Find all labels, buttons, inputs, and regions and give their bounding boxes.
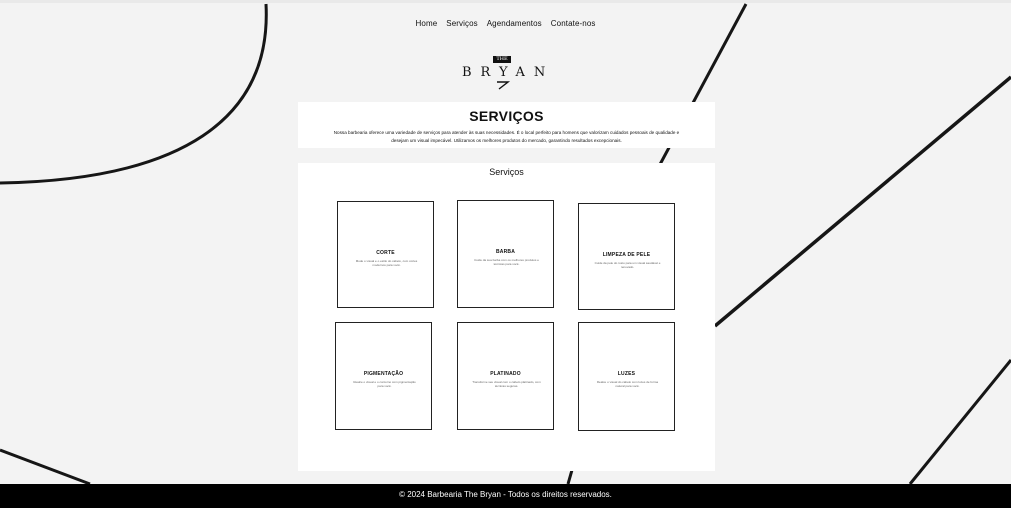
service-card-description: Cuide da pele do rosto para um visual sa… (594, 261, 661, 269)
site-footer: © 2024 Barbearia The Bryan - Todos os di… (0, 484, 1011, 508)
service-card-name: LUZES (617, 371, 636, 377)
service-card-platinado[interactable]: PLATINADO Transforme seu visual com o ca… (457, 322, 554, 430)
background-stroke-bottom-left (0, 448, 91, 486)
service-card-name: PIGMENTAÇÃO (363, 371, 404, 377)
nav-link-servicos[interactable]: Serviços (446, 19, 477, 28)
service-card-pigmentacao[interactable]: PIGMENTAÇÃO Realce o visual e o contorno… (335, 322, 432, 430)
service-card-description: Transforme seu visual com o cabelo plati… (472, 380, 541, 388)
intro-description: Nossa barbearia oferece uma variedade de… (333, 130, 680, 143)
service-card-barba[interactable]: BARBA Cuide da sua barba com os melhores… (457, 200, 554, 308)
logo-wordmark: BRYAN (462, 65, 555, 80)
page-title: SERVIÇOS (469, 108, 544, 124)
background-stroke-bottom-center (566, 469, 574, 485)
nav-link-home[interactable]: Home (416, 19, 438, 28)
service-card-limpeza-de-pele[interactable]: LIMPEZA DE PELE Cuide da pele do rosto p… (578, 203, 675, 310)
intro-panel: SERVIÇOS Nossa barbearia oferece uma var… (298, 102, 715, 148)
service-card-corte[interactable]: CORTE Mude o visual e o estilo do cabelo… (337, 201, 434, 308)
services-title: Serviços (489, 167, 524, 177)
service-card-name: BARBA (495, 249, 516, 255)
service-card-name: LIMPEZA DE PELE (602, 252, 651, 258)
service-card-description: Mude o visual e o estilo do cabelo, com … (355, 259, 418, 267)
service-card-description: Realce o visual do cabelo com luzes de f… (596, 380, 659, 388)
background-stroke-bottom-right (908, 359, 1011, 485)
service-card-luzes[interactable]: LUZES Realce o visual do cabelo com luze… (578, 322, 675, 431)
background-stroke-right (713, 75, 1011, 328)
logo-mustache-icon (497, 81, 511, 90)
service-card-name: CORTE (376, 250, 395, 256)
logo-the-badge: THE (493, 56, 511, 63)
service-card-name: PLATINADO (490, 371, 521, 377)
top-strip (0, 0, 1011, 3)
main-navigation: Home Serviços Agendamentos Contate-nos (0, 19, 1011, 28)
service-card-description: Realce o visual e o contorno com pigment… (353, 380, 416, 388)
services-panel: Serviços CORTE Mude o visual e o estilo … (298, 163, 715, 471)
service-card-description: Cuide da sua barba com os melhores produ… (474, 258, 539, 266)
brand-logo[interactable]: THE BRYAN (456, 55, 552, 93)
nav-link-agendamentos[interactable]: Agendamentos (487, 19, 542, 28)
background-arc-top-left (0, 3, 268, 185)
nav-link-contate-nos[interactable]: Contate-nos (551, 19, 596, 28)
footer-copyright: © 2024 Barbearia The Bryan - Todos os di… (399, 490, 612, 499)
